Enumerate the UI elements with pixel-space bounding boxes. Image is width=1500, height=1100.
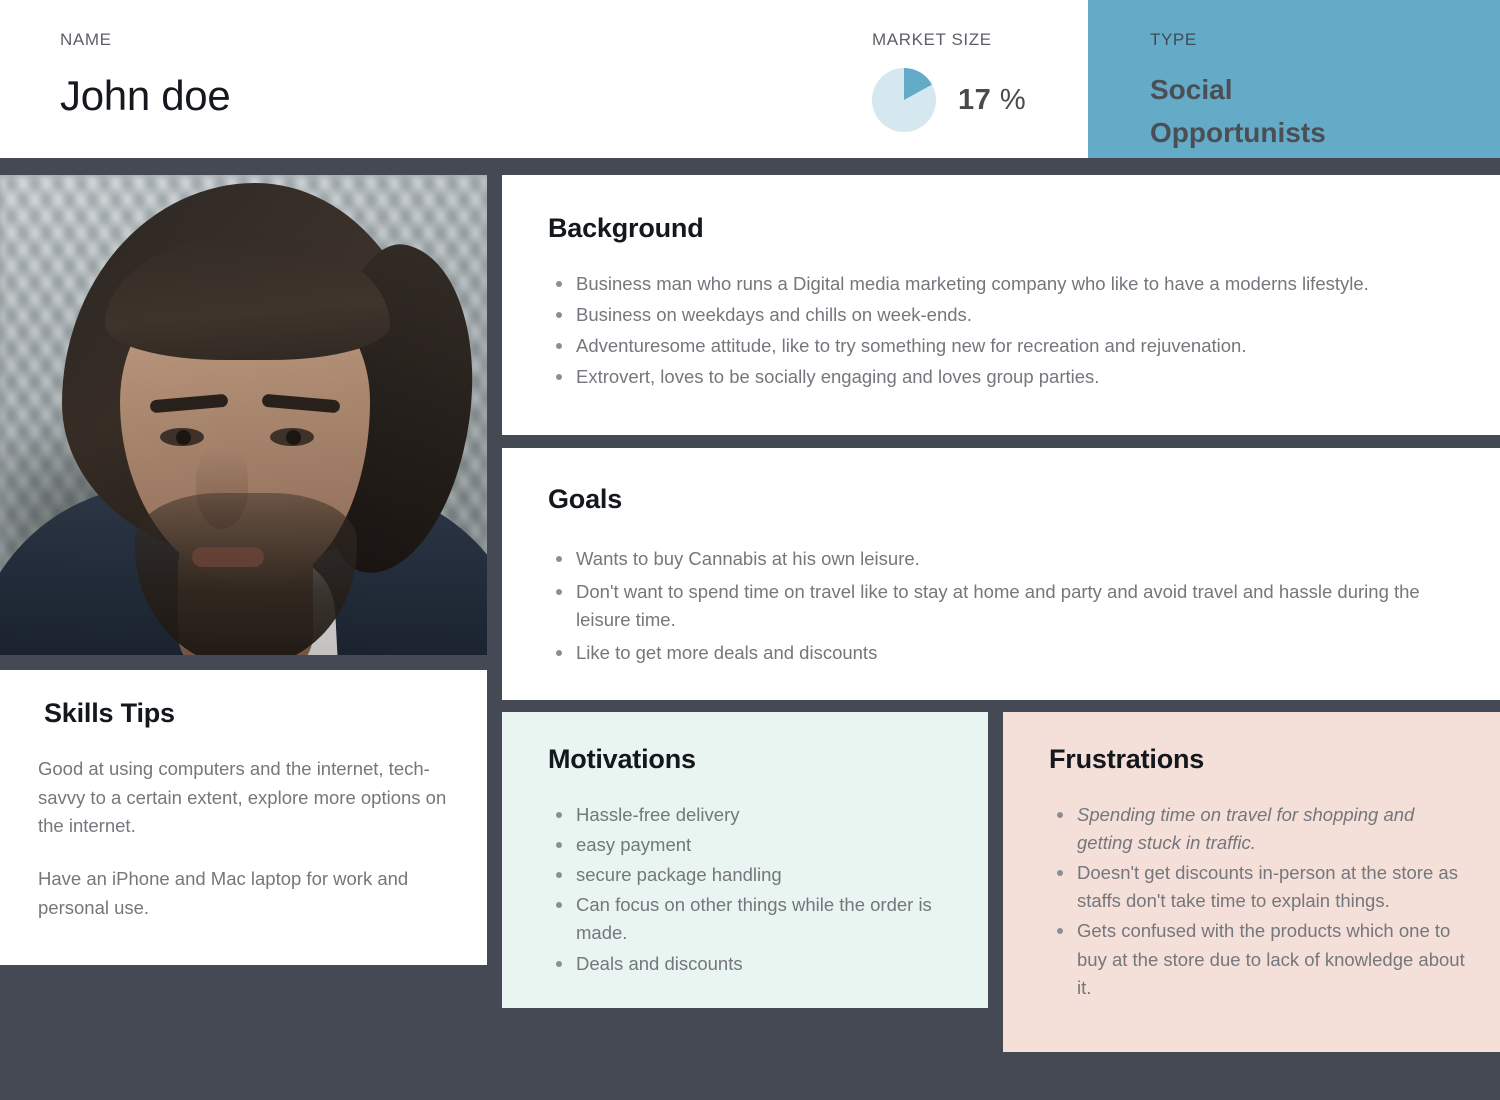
market-size-number: 17 <box>958 83 992 116</box>
goals-card: Goals Wants to buy Cannabis at his own l… <box>502 448 1500 700</box>
list-item: secure package handling <box>548 861 954 889</box>
skills-tips-paragraphs: Good at using computers and the internet… <box>38 755 447 922</box>
list-item: Spending time on travel for shopping and… <box>1049 801 1466 857</box>
persona-photo <box>0 175 487 655</box>
list-item: Don't want to spend time on travel like … <box>548 578 1448 634</box>
name-label: NAME <box>60 30 112 49</box>
motivations-title: Motivations <box>548 744 696 774</box>
market-size-row: 17 % <box>872 68 1088 132</box>
motivations-list: Hassle-free delivery easy payment secure p… <box>548 801 954 978</box>
skills-tips-title: Skills Tips <box>44 698 175 728</box>
list-item: Can focus on other things while the orde… <box>548 891 954 947</box>
photo-overlay <box>0 175 487 655</box>
skills-tips-card: Skills Tips Good at using computers and … <box>0 670 487 965</box>
background-card: Background Business man who runs a Digit… <box>502 175 1500 435</box>
list-item: Doesn't get discounts in-person at the s… <box>1049 859 1466 915</box>
market-size-field: MARKET SIZE 17 % <box>860 0 1088 158</box>
frustrations-title: Frustrations <box>1049 744 1205 774</box>
market-size-label: MARKET SIZE <box>872 30 992 49</box>
type-label: TYPE <box>1150 30 1197 49</box>
list-item: Gets confused with the products which on… <box>1049 917 1466 1001</box>
background-list: Business man who runs a Digital media ma… <box>548 270 1448 391</box>
type-value: Social Opportunists <box>1150 74 1326 149</box>
persona-header: NAME John doe MARKET SIZE 17 % TYPE Soci… <box>0 0 1500 158</box>
skills-tips-paragraph: Have an iPhone and Mac laptop for work a… <box>38 868 409 918</box>
name-field: NAME John doe <box>0 0 860 158</box>
list-item: Deals and discounts <box>548 950 954 978</box>
motivations-card: Motivations Hassle-free delivery easy pay… <box>502 712 988 1008</box>
list-item: Adventuresome attitude, like to try some… <box>548 332 1448 360</box>
background-title: Background <box>548 213 704 243</box>
frustrations-list: Spending time on travel for shopping and… <box>1049 801 1466 1002</box>
goals-title: Goals <box>548 484 623 514</box>
percent-symbol: % <box>999 83 1027 116</box>
persona-name-value: John doe <box>60 72 231 119</box>
list-item: Like to get more deals and discounts <box>548 639 1448 667</box>
market-size-value: 17 % <box>958 84 1026 117</box>
skills-tips-paragraph: Good at using computers and the internet… <box>38 758 447 837</box>
market-size-pie-chart <box>872 68 936 132</box>
goals-list: Wants to buy Cannabis at his own leisure… <box>548 545 1448 667</box>
list-item: Business man who runs a Digital media ma… <box>548 270 1448 298</box>
persona-board: NAME John doe MARKET SIZE 17 % TYPE Soci… <box>0 0 1500 1100</box>
list-item: easy payment <box>548 831 954 859</box>
frustrations-card: Frustrations Spending time on travel for… <box>1003 712 1500 1052</box>
list-item: Wants to buy Cannabis at his own leisure… <box>548 545 1448 573</box>
list-item: Hassle-free delivery <box>548 801 954 829</box>
list-item: Business on weekdays and chills on week-… <box>548 301 1448 329</box>
type-field: TYPE Social Opportunists <box>1088 0 1500 158</box>
list-item: Extrovert, loves to be socially engaging… <box>548 363 1448 391</box>
